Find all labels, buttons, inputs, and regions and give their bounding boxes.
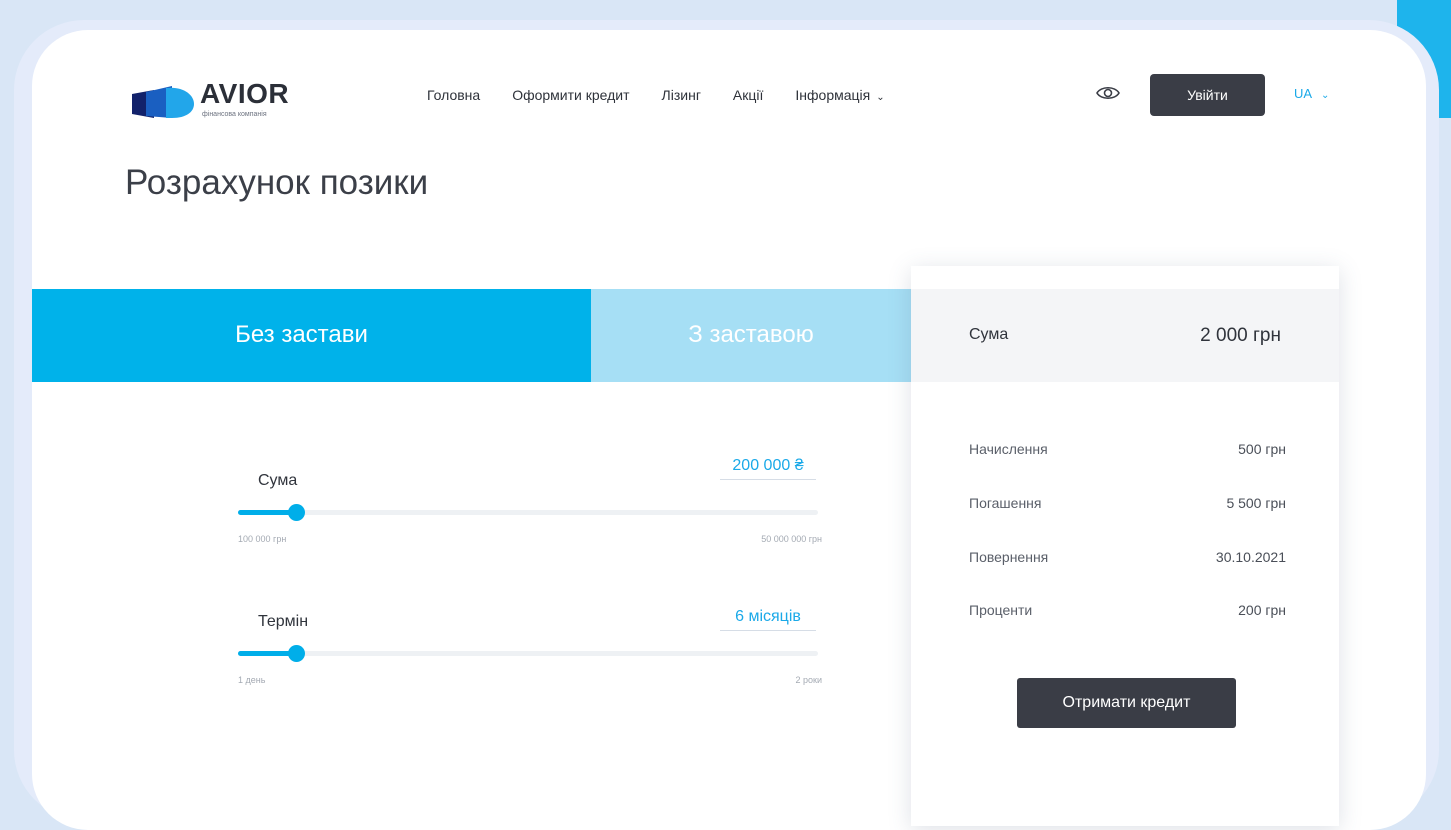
summary-row-label: Погашення	[969, 495, 1042, 511]
chevron-down-icon: ⌄	[876, 92, 885, 103]
logo[interactable]: AVIOR фінансова компанія	[132, 78, 322, 122]
main-nav: Головна Оформити кредит Лізинг Акції Інф…	[427, 87, 917, 103]
summary-row-label: Начислення	[969, 441, 1048, 457]
summary-row-value: 5 500 грн	[1226, 495, 1286, 511]
amount-min-label: 100 000 грн	[238, 534, 287, 544]
loan-summary-panel: Сума 2 000 грн Начислення 500 грн Погаше…	[911, 266, 1339, 826]
nav-information-label: Інформація	[795, 87, 871, 103]
amount-slider-track[interactable]	[238, 504, 818, 521]
chevron-down-icon: ⌄	[1320, 90, 1330, 101]
tab-with-collateral[interactable]: З заставою	[591, 289, 911, 382]
nav-leasing[interactable]: Лізинг	[662, 87, 701, 103]
get-credit-button[interactable]: Отримати кредит	[1017, 678, 1236, 728]
term-max-label: 2 роки	[795, 675, 822, 685]
summary-row-value: 30.10.2021	[1215, 549, 1286, 565]
amount-value-input[interactable]: 200 000 ₴	[720, 456, 816, 480]
page-card: AVIOR фінансова компанія Головна Оформит…	[32, 30, 1426, 830]
language-select[interactable]: UA ⌄	[1294, 86, 1329, 101]
amount-slider-thumb[interactable]	[288, 504, 305, 521]
summary-sum-row: Сума 2 000 грн	[911, 289, 1339, 382]
summary-row-label: Проценти	[969, 602, 1033, 618]
logo-text: AVIOR	[200, 78, 290, 109]
logo-subtitle: фінансова компанія	[202, 111, 267, 118]
tab-no-collateral[interactable]: Без застави	[32, 289, 591, 382]
summary-row-label: Повернення	[969, 549, 1049, 565]
nav-apply-credit[interactable]: Оформити кредит	[512, 87, 629, 103]
term-label: Термін	[258, 613, 309, 630]
term-min-label: 1 день	[238, 675, 266, 685]
term-value-input[interactable]: 6 місяців	[720, 607, 816, 631]
nav-promotions[interactable]: Акції	[733, 87, 763, 103]
logo-mark-icon	[132, 86, 194, 118]
term-slider-thumb[interactable]	[288, 645, 305, 662]
nav-information[interactable]: Інформація ⌄	[795, 87, 884, 103]
amount-max-label: 50 000 000 грн	[761, 534, 822, 544]
summary-sum-label: Сума	[969, 326, 1009, 343]
summary-sum-value: 2 000 грн	[1200, 325, 1281, 346]
tab-with-collateral-label: З заставою	[688, 321, 814, 349]
summary-row-value: 200 грн	[1238, 602, 1286, 618]
term-slider-track[interactable]	[238, 645, 818, 662]
login-button[interactable]: Увійти	[1150, 74, 1265, 116]
nav-home[interactable]: Головна	[427, 87, 480, 103]
amount-label: Сума	[258, 472, 298, 489]
language-label: UA	[1294, 86, 1312, 101]
eye-icon[interactable]	[1096, 84, 1120, 102]
tab-no-collateral-label: Без застави	[235, 321, 368, 349]
page-title: Розрахунок позики	[125, 163, 429, 202]
summary-row-value: 500 грн	[1238, 441, 1286, 457]
